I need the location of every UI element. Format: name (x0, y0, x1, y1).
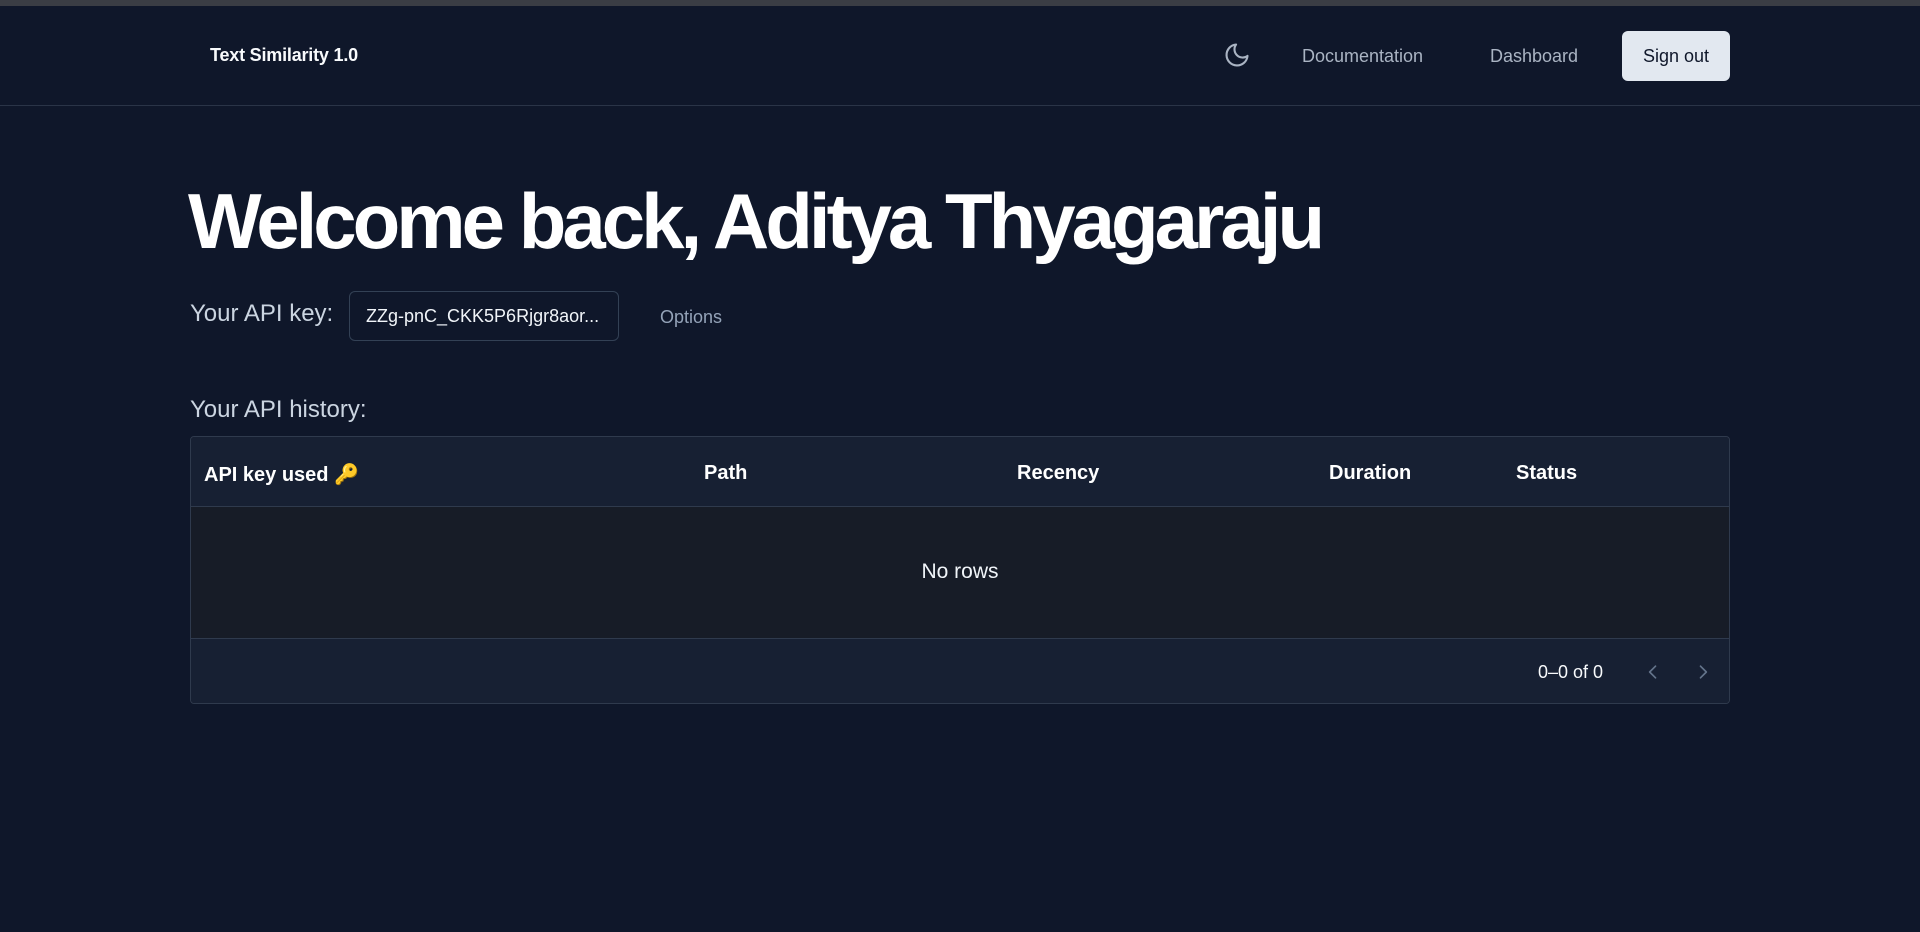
moon-icon (1225, 43, 1249, 67)
column-header-api-key[interactable]: API key used 🔑 (204, 462, 359, 487)
welcome-heading: Welcome back, Aditya Thyagaraju (188, 177, 1325, 265)
top-navbar: Text Similarity 1.0 Documentation Dashbo… (0, 6, 1920, 106)
column-header-recency[interactable]: Recency (1017, 462, 1099, 485)
api-key-label: Your API key: (190, 300, 334, 327)
previous-page-button[interactable] (1637, 656, 1669, 688)
column-header-path[interactable]: Path (704, 462, 747, 485)
nav-link-documentation[interactable]: Documentation (1302, 46, 1423, 67)
empty-table-message: No rows (921, 560, 999, 583)
table-header: API key used 🔑 Path Recency Duration Sta… (191, 437, 1729, 507)
next-page-button[interactable] (1687, 656, 1719, 688)
chevron-right-icon (1699, 665, 1708, 679)
pagination-count: 0–0 of 0 (1538, 662, 1604, 682)
column-header-status[interactable]: Status (1516, 462, 1577, 485)
api-history-table: API key used 🔑 Path Recency Duration Sta… (190, 436, 1730, 704)
sign-out-button[interactable]: Sign out (1622, 31, 1730, 81)
api-key-options-button[interactable]: Options (660, 307, 722, 328)
column-header-duration[interactable]: Duration (1329, 462, 1411, 485)
brand-title[interactable]: Text Similarity 1.0 (210, 45, 358, 66)
api-history-label: Your API history: (190, 396, 367, 423)
table-pagination: 0–0 of 0 (191, 638, 1729, 703)
theme-toggle-button[interactable] (1220, 38, 1254, 72)
chevron-left-icon (1648, 665, 1657, 679)
nav-link-dashboard[interactable]: Dashboard (1490, 46, 1578, 67)
api-key-field[interactable]: ZZg-pnC_CKK5P6Rjgr8aor... (349, 291, 619, 341)
